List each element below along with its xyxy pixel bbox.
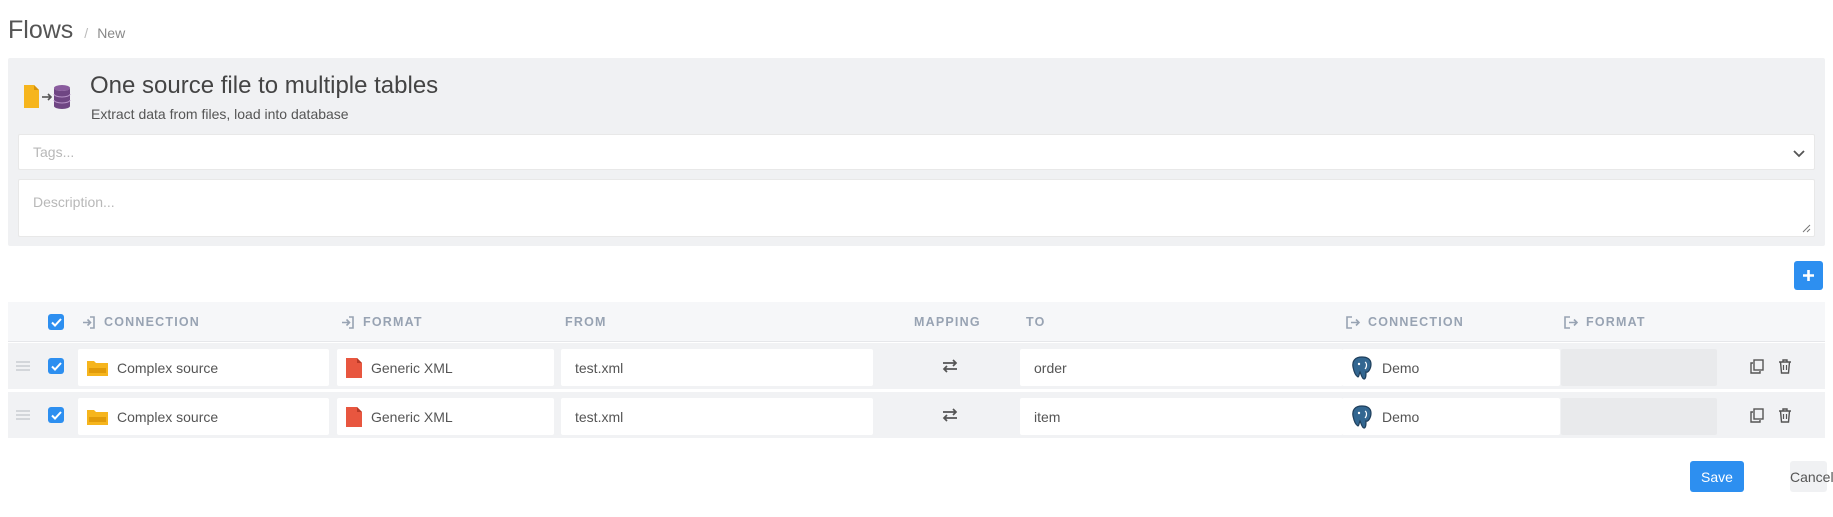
table-row: Complex source Generic XML test.xml item… (8, 392, 1825, 438)
target-connection-label: Demo (1382, 359, 1420, 376)
select-all-checkbox[interactable] (48, 314, 64, 330)
resize-grip-icon[interactable] (1802, 224, 1811, 233)
postgresql-elephant-icon (1352, 404, 1372, 429)
source-format-cell[interactable]: Generic XML (337, 349, 554, 386)
flow-subtitle: Extract data from files, load into datab… (91, 106, 349, 122)
to-value: order (1034, 359, 1067, 376)
from-value: test.xml (575, 408, 624, 425)
source-format-cell[interactable]: Generic XML (337, 398, 554, 435)
chevron-down-icon[interactable] (1792, 146, 1806, 160)
description-input[interactable] (19, 180, 1814, 236)
exchange-icon[interactable] (942, 408, 958, 422)
file-to-database-icon (24, 85, 71, 109)
postgresql-elephant-icon (1352, 355, 1372, 380)
target-format-cell[interactable] (1561, 398, 1717, 435)
to-field[interactable]: item (1020, 398, 1343, 435)
trash-icon[interactable] (1778, 408, 1792, 423)
folder-icon (87, 361, 108, 376)
flow-title[interactable]: One source file to multiple tables (90, 72, 438, 100)
description-field (18, 179, 1815, 237)
copy-icon[interactable] (1750, 359, 1764, 374)
to-field[interactable]: order (1020, 349, 1343, 386)
xml-file-icon (346, 406, 362, 427)
target-connection-cell[interactable]: Demo (1342, 398, 1560, 435)
header-mapping-label: MAPPING (914, 315, 981, 329)
from-field[interactable]: test.xml (561, 398, 873, 435)
target-format-cell[interactable] (1561, 349, 1717, 386)
exchange-icon[interactable] (942, 359, 958, 373)
row-checkbox[interactable] (48, 407, 64, 423)
header-target-format: FORMAT (1564, 302, 1646, 342)
sign-out-icon (1564, 315, 1578, 329)
target-connection-label: Demo (1382, 408, 1420, 425)
source-format-label: Generic XML (371, 408, 453, 425)
tags-input[interactable] (19, 135, 1814, 169)
from-field[interactable]: test.xml (561, 349, 873, 386)
header-source-format: FORMAT (341, 302, 423, 342)
source-connection-cell[interactable]: Complex source (78, 398, 329, 435)
breadcrumb: Flows / New (8, 16, 125, 45)
header-target-connection-label: CONNECTION (1368, 315, 1465, 329)
flow-header-panel: One source file to multiple tables Extra… (8, 58, 1825, 246)
folder-icon (87, 410, 108, 425)
plus-icon (1803, 270, 1814, 281)
header-mapping: MAPPING (914, 302, 981, 342)
sign-out-icon (1346, 315, 1360, 329)
sign-in-icon (83, 315, 95, 329)
mapping-table-header: CONNECTION FORMAT FROM MAPPING TO CONNEC… (8, 302, 1825, 342)
tags-field (18, 134, 1815, 170)
source-connection-cell[interactable]: Complex source (78, 349, 329, 386)
save-button[interactable]: Save (1690, 461, 1744, 492)
copy-icon[interactable] (1750, 408, 1764, 423)
header-target-format-label: FORMAT (1586, 315, 1646, 329)
source-connection-label: Complex source (117, 359, 219, 376)
drag-handle-icon[interactable] (16, 361, 30, 371)
header-source-format-label: FORMAT (363, 315, 423, 329)
source-format-label: Generic XML (371, 359, 453, 376)
header-to-label: TO (1026, 315, 1046, 329)
header-from-label: FROM (565, 315, 607, 329)
check-icon (50, 410, 62, 420)
breadcrumb-root[interactable]: Flows (8, 16, 73, 45)
sign-in-icon (342, 315, 354, 329)
header-to: TO (1026, 302, 1046, 342)
breadcrumb-current: New (97, 25, 126, 41)
breadcrumb-separator: / (84, 25, 89, 41)
source-connection-label: Complex source (117, 408, 219, 425)
header-source-connection-label: CONNECTION (104, 315, 201, 329)
check-icon (50, 317, 62, 327)
trash-icon[interactable] (1778, 359, 1792, 374)
xml-file-icon (346, 357, 362, 378)
header-source-connection: CONNECTION (82, 302, 200, 342)
add-mapping-button[interactable] (1794, 261, 1823, 290)
row-checkbox[interactable] (48, 358, 64, 374)
drag-handle-icon[interactable] (16, 410, 30, 420)
header-from: FROM (565, 302, 607, 342)
to-value: item (1034, 408, 1061, 425)
header-target-connection: CONNECTION (1346, 302, 1464, 342)
from-value: test.xml (575, 359, 624, 376)
check-icon (50, 361, 62, 371)
table-row: Complex source Generic XML test.xml orde… (8, 343, 1825, 389)
target-connection-cell[interactable]: Demo (1342, 349, 1560, 386)
cancel-button[interactable]: Cancel (1790, 461, 1833, 492)
